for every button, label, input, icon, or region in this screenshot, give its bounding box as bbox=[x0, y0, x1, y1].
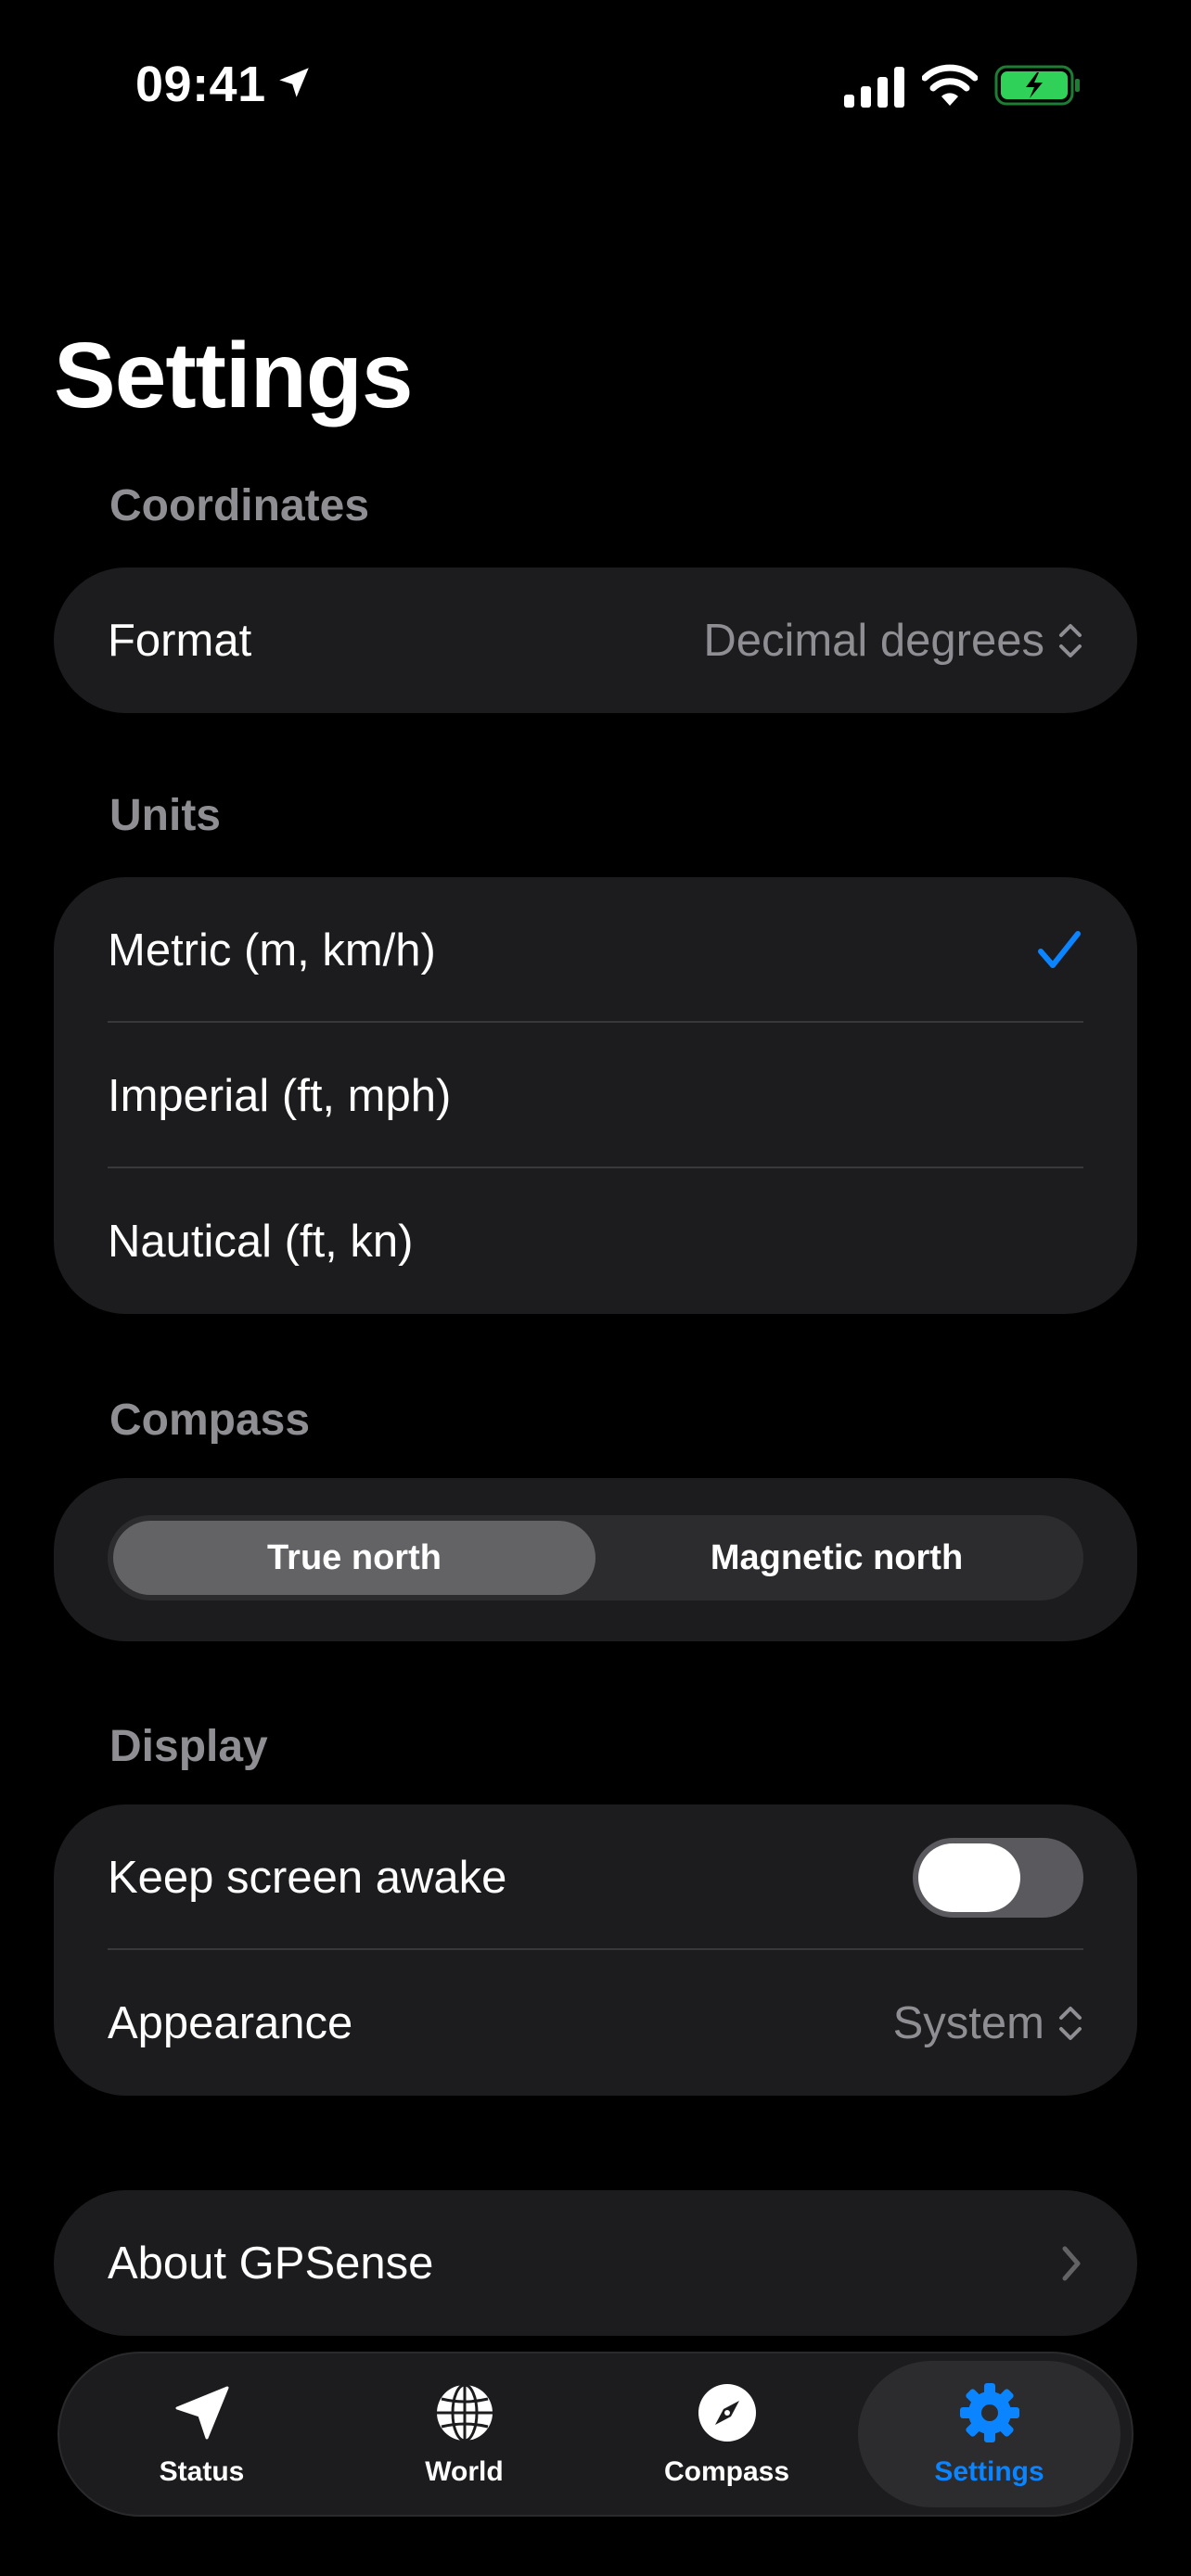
section-header-units: Units bbox=[109, 791, 221, 840]
about-group: About GPSense bbox=[54, 2190, 1137, 2336]
chevron-up-down-icon bbox=[1059, 2006, 1082, 2040]
status-time: 09:41 bbox=[135, 57, 266, 112]
page-title: Settings bbox=[54, 324, 413, 427]
tab-status[interactable]: Status bbox=[70, 2361, 333, 2507]
location-arrow-icon bbox=[175, 2386, 228, 2440]
checkmark-icon bbox=[1038, 930, 1081, 968]
units-option-label: Metric (m, km/h) bbox=[108, 925, 436, 976]
units-option-nautical[interactable]: Nautical (ft, kn) bbox=[54, 1168, 1137, 1314]
units-option-label: Imperial (ft, mph) bbox=[108, 1070, 452, 1121]
appearance-picker[interactable]: System bbox=[893, 1997, 1083, 2049]
globe-icon bbox=[436, 2383, 493, 2442]
tab-bar: Status World Compass Settings bbox=[58, 2352, 1133, 2517]
coordinates-group: Format Decimal degrees bbox=[54, 567, 1137, 713]
units-option-label: Nautical (ft, kn) bbox=[108, 1216, 414, 1267]
format-value: Decimal degrees bbox=[703, 615, 1044, 666]
keep-screen-awake-label: Keep screen awake bbox=[108, 1852, 507, 1903]
keep-screen-awake-toggle[interactable] bbox=[913, 1837, 1083, 1918]
section-header-display: Display bbox=[109, 1722, 268, 1771]
tab-label: Settings bbox=[934, 2456, 1044, 2487]
segment-magnetic-north[interactable]: Magnetic north bbox=[596, 1521, 1078, 1595]
appearance-value: System bbox=[892, 1997, 1044, 2048]
chevron-up-down-icon bbox=[1059, 623, 1082, 657]
battery-charging-icon bbox=[994, 65, 1080, 106]
format-picker[interactable]: Decimal degrees bbox=[703, 615, 1083, 667]
gear-icon bbox=[959, 2383, 1019, 2442]
north-reference-segmented-control[interactable]: True north Magnetic north bbox=[108, 1515, 1083, 1600]
chevron-right-icon bbox=[1062, 2246, 1081, 2280]
section-header-compass: Compass bbox=[109, 1396, 311, 1445]
tab-label: Status bbox=[159, 2456, 245, 2487]
about-row[interactable]: About GPSense bbox=[54, 2190, 1137, 2336]
units-group: Metric (m, km/h) Imperial (ft, mph) Naut… bbox=[54, 877, 1137, 1314]
cellular-signal-icon bbox=[844, 67, 904, 108]
compass-group: True north Magnetic north bbox=[54, 1478, 1137, 1641]
wifi-icon bbox=[922, 64, 978, 106]
status-bar: 09:41 bbox=[0, 0, 1191, 167]
format-row[interactable]: Format Decimal degrees bbox=[54, 567, 1137, 713]
format-label: Format bbox=[108, 615, 252, 666]
tab-label: Compass bbox=[663, 2456, 790, 2487]
units-option-imperial[interactable]: Imperial (ft, mph) bbox=[54, 1023, 1137, 1168]
appearance-label: Appearance bbox=[108, 1997, 353, 2048]
location-arrow-icon bbox=[279, 68, 309, 97]
tab-settings[interactable]: Settings bbox=[858, 2361, 1121, 2507]
compass-icon bbox=[698, 2384, 756, 2442]
tab-world[interactable]: World bbox=[333, 2361, 596, 2507]
display-group: Keep screen awake Appearance System bbox=[54, 1804, 1137, 2096]
segment-true-north[interactable]: True north bbox=[113, 1521, 596, 1595]
units-option-metric[interactable]: Metric (m, km/h) bbox=[54, 877, 1137, 1023]
keep-screen-awake-row: Keep screen awake bbox=[54, 1804, 1137, 1950]
tab-label: World bbox=[425, 2456, 504, 2487]
tab-compass[interactable]: Compass bbox=[596, 2361, 858, 2507]
about-label: About GPSense bbox=[108, 2238, 434, 2289]
toggle-knob bbox=[918, 1843, 1020, 1912]
section-header-coordinates: Coordinates bbox=[109, 481, 370, 530]
appearance-row[interactable]: Appearance System bbox=[54, 1950, 1137, 2096]
